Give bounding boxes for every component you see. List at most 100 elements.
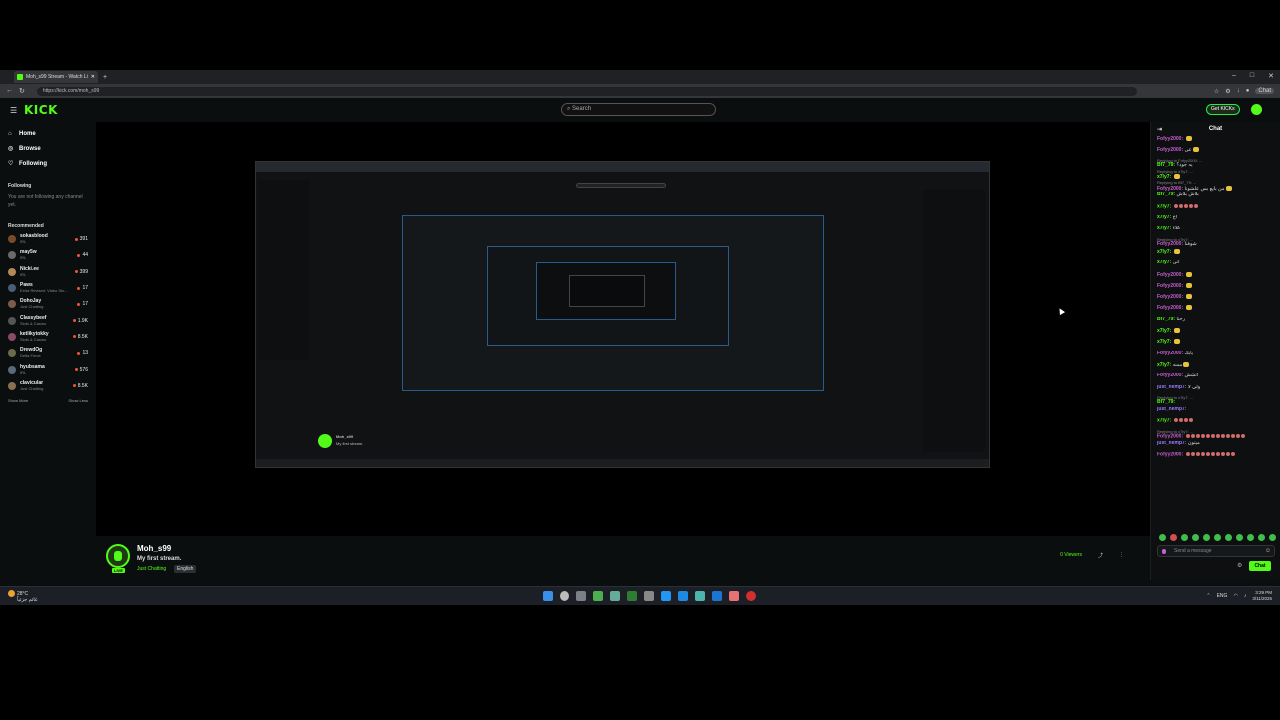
chat-username[interactable]: Bf7_79: [1157,162,1175,168]
chat-message[interactable]: Fofyy2000: [1157,136,1274,147]
chat-username[interactable]: Fofyy2000: [1157,136,1183,142]
chat-message[interactable]: Fofyy2000: اتشش [1157,373,1274,384]
chat-message[interactable]: Fofyy2000: [1157,271,1274,283]
chat-message[interactable]: x7ly7: [1157,339,1274,350]
show-less-button[interactable]: Show Less [68,398,88,403]
recommended-channel[interactable]: clavicular Just Chatting 8.5K [0,378,96,394]
chat-message[interactable]: just_nemp7: ولي لا [1157,385,1274,396]
app-icon[interactable] [627,591,637,601]
show-more-button[interactable]: Show More [8,398,28,403]
chat-username[interactable]: Fofyy2000: [1157,147,1183,153]
clock[interactable]: 3:29 PM 3/11/2026 [1252,590,1272,602]
chat-username[interactable]: Fofyy2000: [1157,186,1183,192]
start-icon[interactable] [543,591,553,601]
chat-username[interactable]: Fofyy2000: [1157,434,1183,440]
chat-username[interactable]: just_nemp7: [1157,441,1186,446]
chat-username[interactable]: x7ly7: [1157,418,1171,423]
chat-message[interactable]: Fofyy2000: يابك [1157,351,1274,362]
emoji-picker-icon[interactable]: ☺ [1265,548,1271,554]
chat-username[interactable]: Fofyy2000: [1157,283,1183,289]
app-icon[interactable] [695,591,705,601]
chat-message[interactable]: just_nemp7: [1157,407,1274,418]
browser-taskbar-icon[interactable] [712,591,722,601]
chat-message[interactable]: x7ly7: انی [1157,260,1274,271]
chat-message[interactable]: Fofyy2000: عی [1157,147,1274,158]
chat-message[interactable]: Bf7_79: رحنا [1157,317,1274,328]
chat-username[interactable]: x7ly7: [1157,249,1171,255]
back-icon[interactable]: ← [6,87,13,95]
chat-username[interactable]: Bf7_79: [1157,317,1175,322]
chat-message[interactable]: just_nemp7: ميتون [1157,441,1274,452]
weather-widget[interactable]: 28°C غائم جزئياً [8,590,38,603]
extensions-icon[interactable]: ⚙ [1225,88,1230,95]
kick-logo[interactable]: KICK [24,103,58,117]
recommended-channel[interactable]: Nicki.ee IRL 399 [0,264,96,280]
chat-message[interactable]: x7ly7: کلاء [1157,226,1274,237]
category-link[interactable]: Just Chatting [137,566,166,572]
menu-icon[interactable]: ☰ [10,106,17,115]
chat-message[interactable]: x7ly7: ممنه [1157,361,1274,373]
profile-icon[interactable]: ● [1246,88,1250,94]
chat-username[interactable]: Fofyy2000: [1157,373,1183,378]
app-icon[interactable] [644,591,654,601]
recommended-channel[interactable]: hyubsama IRL 576 [0,361,96,377]
microphone-icon[interactable] [1162,549,1166,554]
language-indicator[interactable]: ENG [1217,593,1228,599]
chat-message[interactable]: Fofyy2000: [1157,305,1274,316]
sidebar-item-following[interactable]: ♡ Following [0,156,96,171]
reload-icon[interactable]: ↻ [19,87,25,95]
volume-icon[interactable]: ♪ [1244,593,1247,599]
chat-username[interactable]: x7ly7: [1157,362,1171,368]
browser-tab[interactable]: Moh_s99 Stream - Watch Live ✕ [14,71,98,83]
app-icon[interactable] [746,591,756,601]
recommended-channel[interactable]: may5w IRL 44 [0,247,96,263]
search-taskbar-icon[interactable] [560,591,569,601]
chat-username[interactable]: x7ly7: [1157,204,1171,209]
chat-message[interactable]: Replying to Bf7_79: ... Fofyy2000: من بای… [1157,181,1274,192]
chat-message[interactable]: x7ly7: [1157,248,1274,260]
chat-message[interactable]: x7ly7: [1157,203,1274,215]
chat-message-input[interactable]: Send a message ☺ [1157,545,1275,557]
chat-message[interactable]: x7ly7: [1157,328,1274,339]
chat-message[interactable]: Fofyy2000: [1157,282,1274,294]
app-icon[interactable] [593,591,603,601]
recommended-channel[interactable]: Paws Extra Revised: Video Sto... 17 [0,280,96,296]
task-view-icon[interactable] [576,591,586,601]
share-icon[interactable]: ⤴ [1098,552,1103,559]
recommended-channel[interactable]: Classybeef Slots & Casino 1.9K [0,312,96,328]
tab-close-icon[interactable]: ✕ [91,74,95,80]
wifi-icon[interactable]: ◠ [1233,593,1237,599]
extension-chat-button[interactable]: Chat [1255,88,1274,94]
chat-username[interactable]: just_nemp7: [1157,385,1186,390]
chat-message[interactable]: Fofyy2000: [1157,294,1274,305]
chat-message[interactable]: Bf7_79: بلاش بلاش [1157,192,1274,203]
chat-username[interactable]: x7ly7: [1157,260,1171,265]
emote-bar[interactable] [1159,534,1276,541]
chat-username[interactable]: x7ly7: [1157,328,1171,334]
chat-username[interactable]: x7ly7: [1157,339,1171,345]
recommended-channel[interactable]: sokasblood IRL 391 [0,231,96,247]
minimize-icon[interactable]: – [1232,72,1236,80]
chat-username[interactable]: x7ly7: [1157,226,1171,231]
app-icon[interactable] [729,591,739,601]
app-icon[interactable] [678,591,688,601]
chat-username[interactable]: Bf7_79: [1157,192,1175,197]
sidebar-item-home[interactable]: ⌂ Home [0,126,96,141]
chat-message[interactable]: Replying to x7ly7: ... Fofyy2000: [1157,430,1274,441]
chat-settings-icon[interactable]: ⚙ [1237,562,1242,569]
chat-message[interactable]: Replying to x7ly7: ... Fofyy2000: شوفنا [1157,238,1274,249]
maximize-icon[interactable]: □ [1250,72,1254,80]
chat-message[interactable]: x7ly7: [1157,418,1274,429]
video-player[interactable]: KICK Moh_s99 My first stream. [96,122,1150,536]
chat-message[interactable]: Fofyy2000: [1157,452,1274,463]
language-tag[interactable]: English [174,565,197,573]
chat-username[interactable]: x7ly7: [1157,174,1171,180]
chat-username[interactable]: Bf7_79: [1157,399,1175,405]
star-icon[interactable]: ☆ [1214,88,1219,95]
recommended-channel[interactable]: DrewdOg Delta Force 13 [0,345,96,361]
options-icon[interactable]: ⋮ [1119,552,1124,559]
chat-username[interactable]: Fofyy2000: [1157,305,1183,311]
chat-username[interactable]: Fofyy2000: [1157,294,1183,300]
chat-send-button[interactable]: Chat [1249,561,1271,571]
chat-username[interactable]: just_nemp7: [1157,407,1186,412]
